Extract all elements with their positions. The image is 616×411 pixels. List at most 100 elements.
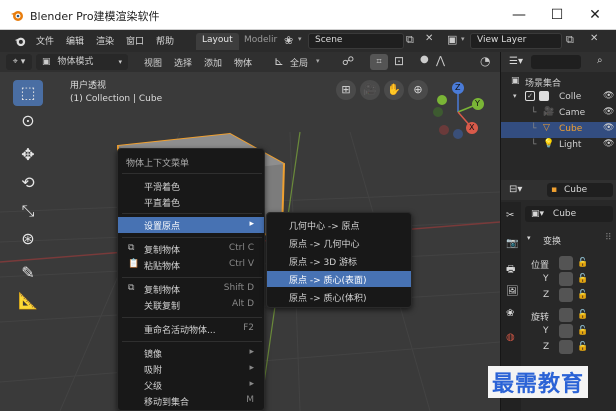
eye-icon[interactable]: 👁: [603, 123, 614, 133]
scene-field[interactable]: Scene: [308, 33, 404, 49]
lock-icon[interactable]: 🔓: [577, 290, 588, 300]
measure-tool-icon[interactable]: 📐: [13, 288, 43, 314]
close-icon[interactable]: ✕: [590, 33, 598, 44]
menu-view[interactable]: 视图: [144, 56, 162, 69]
tool-tab-icon[interactable]: ✂: [506, 210, 514, 221]
search-icon[interactable]: ⌕: [597, 55, 603, 66]
annotate-tool-icon[interactable]: ✎: [13, 260, 43, 286]
perspective-grid-icon[interactable]: ⊞: [336, 80, 356, 100]
menu-item-move-to-collection[interactable]: 移动到集合 M: [118, 393, 264, 409]
submenu-item-origin-to-cursor[interactable]: 原点 -> 3D 游标: [267, 253, 411, 269]
outliner-filter-input[interactable]: [531, 55, 581, 69]
menu-item-set-origin[interactable]: 设置原点 ▸: [118, 217, 264, 233]
outliner-item-collection[interactable]: ▾ ✓ Colle 👁: [501, 90, 616, 106]
camera-view-icon[interactable]: 🎥: [360, 80, 380, 100]
view-layer-tab-icon[interactable]: 🖼: [506, 286, 519, 297]
submenu-item-geometry-to-origin[interactable]: 几何中心 -> 原点: [267, 217, 411, 233]
lock-icon[interactable]: 🔓: [577, 310, 588, 320]
submenu-item-origin-to-volume-center[interactable]: 原点 -> 质心(体积): [267, 289, 411, 305]
object-name-field[interactable]: ▪ Cube: [547, 183, 613, 197]
editor-type-button[interactable]: ⌖ ▾: [6, 54, 32, 70]
menu-item-duplicate[interactable]: ⧉ 复制物体 Shift D: [118, 281, 264, 297]
drag-handle-icon[interactable]: ⠿: [605, 233, 612, 243]
transform-orientation-label[interactable]: 全局: [290, 56, 308, 69]
rotation-y-field[interactable]: [559, 324, 573, 338]
select-tool-icon[interactable]: ⬚: [13, 80, 43, 106]
tab-modeling[interactable]: Modelir: [238, 33, 283, 50]
location-x-field[interactable]: [559, 256, 573, 270]
cursor-tool-icon[interactable]: ⊙: [13, 108, 43, 134]
world-tab-icon[interactable]: ◍: [506, 332, 515, 343]
lock-icon[interactable]: 🔓: [577, 326, 588, 336]
tab-layout[interactable]: Layout: [196, 33, 239, 50]
mode-dropdown[interactable]: ▣ 物体模式 ▾: [36, 54, 128, 70]
minimize-button[interactable]: —: [500, 0, 538, 30]
axis-gizmo[interactable]: [428, 78, 498, 140]
outliner-item-cube[interactable]: └ ▽ Cube 👁: [501, 122, 616, 138]
menu-item-rename[interactable]: 重命名活动物体... F2: [118, 321, 264, 337]
snap-target-icon[interactable]: ⊡: [394, 54, 404, 68]
menu-window[interactable]: 窗口: [126, 34, 144, 47]
falloff-icon[interactable]: ⋀: [436, 54, 445, 67]
menu-item-mirror[interactable]: 镜像 ▸: [118, 345, 264, 361]
menu-add[interactable]: 添加: [204, 56, 222, 69]
scene-icon[interactable]: ❀: [284, 34, 293, 47]
transform-tool-icon[interactable]: ⊛: [13, 226, 43, 252]
close-button[interactable]: ✕: [576, 0, 614, 30]
menu-item-copy-objects[interactable]: ⧉ 复制物体 Ctrl C: [118, 241, 264, 257]
submenu-item-origin-to-geometry[interactable]: 原点 -> 几何中心: [267, 235, 411, 251]
eye-icon[interactable]: 👁: [603, 107, 614, 117]
outliner-scene-collection[interactable]: ▣ 场景集合: [501, 74, 616, 90]
render-tab-icon[interactable]: 📷: [506, 238, 518, 249]
menu-edit[interactable]: 编辑: [66, 34, 84, 47]
menu-render[interactable]: 渲染: [96, 34, 114, 47]
outliner-item-light[interactable]: └ 💡 Light 👁: [501, 138, 616, 154]
copy-layer-icon[interactable]: ⧉: [566, 33, 574, 47]
location-z-field[interactable]: [559, 288, 573, 302]
visibility-icon[interactable]: ◔: [480, 54, 490, 68]
eye-icon[interactable]: 👁: [603, 91, 614, 101]
snap-toggle-icon[interactable]: ⌗: [370, 54, 388, 70]
expand-arrow-icon[interactable]: ▾: [513, 92, 517, 100]
maximize-button[interactable]: ☐: [538, 0, 576, 30]
lock-icon[interactable]: 🔓: [577, 342, 588, 352]
pan-hand-icon[interactable]: ✋: [384, 80, 404, 100]
lock-icon[interactable]: 🔓: [577, 274, 588, 284]
rotation-x-field[interactable]: [559, 308, 573, 322]
properties-editor-icon[interactable]: ⊟▾: [509, 184, 522, 195]
scale-tool-icon[interactable]: ⤡: [13, 198, 43, 224]
transform-orientation-icon[interactable]: ⊾: [274, 54, 284, 68]
proportional-edit-icon[interactable]: ●: [420, 54, 429, 65]
pivot-icon[interactable]: ☍: [342, 54, 354, 68]
menu-object[interactable]: 物体: [234, 56, 252, 69]
rotation-z-field[interactable]: [559, 340, 573, 354]
menu-item-duplicate-linked[interactable]: 关联复制 Alt D: [118, 297, 264, 313]
lock-icon[interactable]: 🔓: [577, 258, 588, 268]
close-icon[interactable]: ✕: [425, 33, 433, 44]
menu-item-parent[interactable]: 父级 ▸: [118, 377, 264, 393]
rotate-tool-icon[interactable]: ⟲: [13, 170, 43, 196]
view-layer-field[interactable]: View Layer: [470, 33, 562, 49]
menu-item-shade-flat[interactable]: 平直着色: [118, 194, 264, 210]
menu-item-snap[interactable]: 吸附 ▸: [118, 361, 264, 377]
location-y-field[interactable]: [559, 272, 573, 286]
menu-item-paste-objects[interactable]: 📋 粘贴物体 Ctrl V: [118, 257, 264, 273]
data-name-field[interactable]: ▣▾ Cube: [525, 206, 613, 222]
menu-file[interactable]: 文件: [36, 34, 54, 47]
menu-select[interactable]: 选择: [174, 56, 192, 69]
menu-help[interactable]: 帮助: [156, 34, 174, 47]
submenu-item-origin-to-surface-center[interactable]: 原点 -> 质心(表面): [267, 271, 411, 287]
move-tool-icon[interactable]: ✥: [13, 142, 43, 168]
view-layer-icon[interactable]: ▣: [447, 33, 457, 46]
output-tab-icon[interactable]: 🖶: [506, 262, 515, 279]
blender-menu-icon[interactable]: [14, 35, 26, 47]
checkbox-icon[interactable]: ✓: [525, 91, 535, 101]
outliner-item-camera[interactable]: └ 🎥 Came 👁: [501, 106, 616, 122]
outliner-editor-icon[interactable]: ☰▾: [509, 56, 523, 67]
eye-icon[interactable]: 👁: [603, 139, 614, 149]
scene-tab-icon[interactable]: ❀: [506, 308, 514, 319]
copy-scene-icon[interactable]: ⧉: [406, 33, 414, 47]
zoom-icon[interactable]: ⊕: [408, 80, 428, 100]
transform-section-header[interactable]: ▾ 变换 ⠿: [523, 232, 616, 248]
menu-item-shade-smooth[interactable]: 平滑着色: [118, 178, 264, 194]
